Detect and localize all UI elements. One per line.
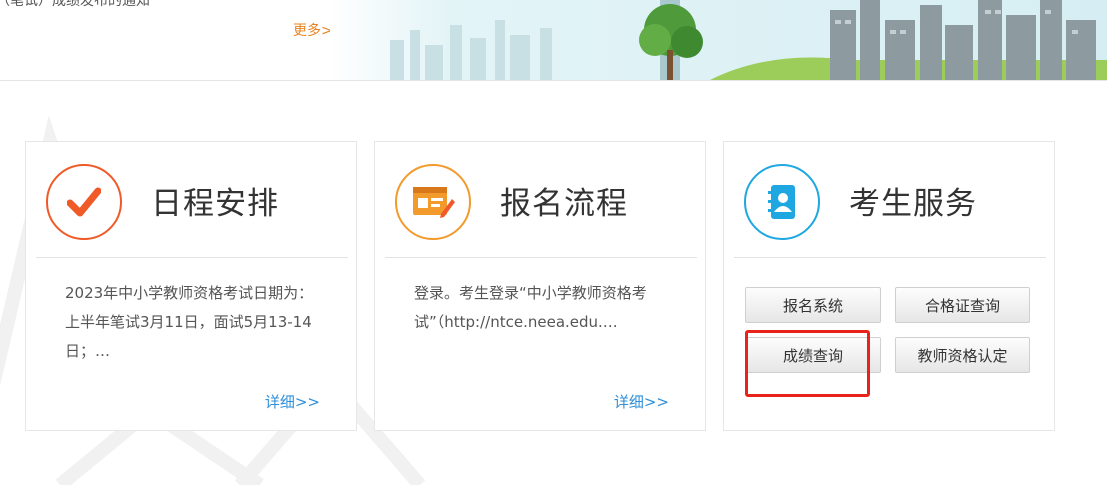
card-divider bbox=[385, 257, 697, 258]
schedule-card: 日程安排 2023年中小学教师资格考试日期为：上半年笔试3月11日，面试5月13… bbox=[25, 141, 357, 431]
card-divider bbox=[36, 257, 348, 258]
candidate-services-card-header: 考生服务 bbox=[724, 142, 1054, 258]
schedule-description: 2023年中小学教师资格考试日期为：上半年笔试3月11日，面试5月13-14日；… bbox=[65, 284, 314, 360]
news-strip: （笔试）成绩发布的通知 更多>> bbox=[0, 0, 1107, 80]
card-divider bbox=[734, 257, 1046, 258]
candidate-services-title: 考生服务 bbox=[849, 186, 977, 222]
registration-process-card: 报名流程 登录。考生登录“中小学教师资格考试”（http://ntce.neea… bbox=[374, 141, 706, 431]
teacher-qualification-button[interactable]: 教师资格认定 bbox=[895, 337, 1030, 373]
news-item-text[interactable]: （笔试）成绩发布的通知 bbox=[0, 0, 150, 10]
registration-process-detail-link[interactable]: 详细>> bbox=[614, 391, 669, 412]
schedule-title: 日程安排 bbox=[151, 186, 279, 222]
registration-process-title: 报名流程 bbox=[500, 186, 628, 222]
schedule-card-header: 日程安排 bbox=[26, 142, 356, 258]
form-edit-icon bbox=[395, 164, 471, 240]
schedule-detail-link[interactable]: 详细>> bbox=[265, 391, 320, 412]
registration-process-description: 登录。考生登录“中小学教师资格考试”（http://ntce.neea.edu.… bbox=[414, 284, 647, 331]
registration-process-card-header: 报名流程 bbox=[375, 142, 705, 258]
registration-system-button[interactable]: 报名系统 bbox=[745, 287, 881, 323]
score-query-highlight-box bbox=[745, 330, 870, 397]
certificate-query-button[interactable]: 合格证查询 bbox=[895, 287, 1030, 323]
checkmark-icon bbox=[46, 164, 122, 240]
city-banner-image bbox=[330, 0, 1107, 80]
contact-book-icon bbox=[744, 164, 820, 240]
